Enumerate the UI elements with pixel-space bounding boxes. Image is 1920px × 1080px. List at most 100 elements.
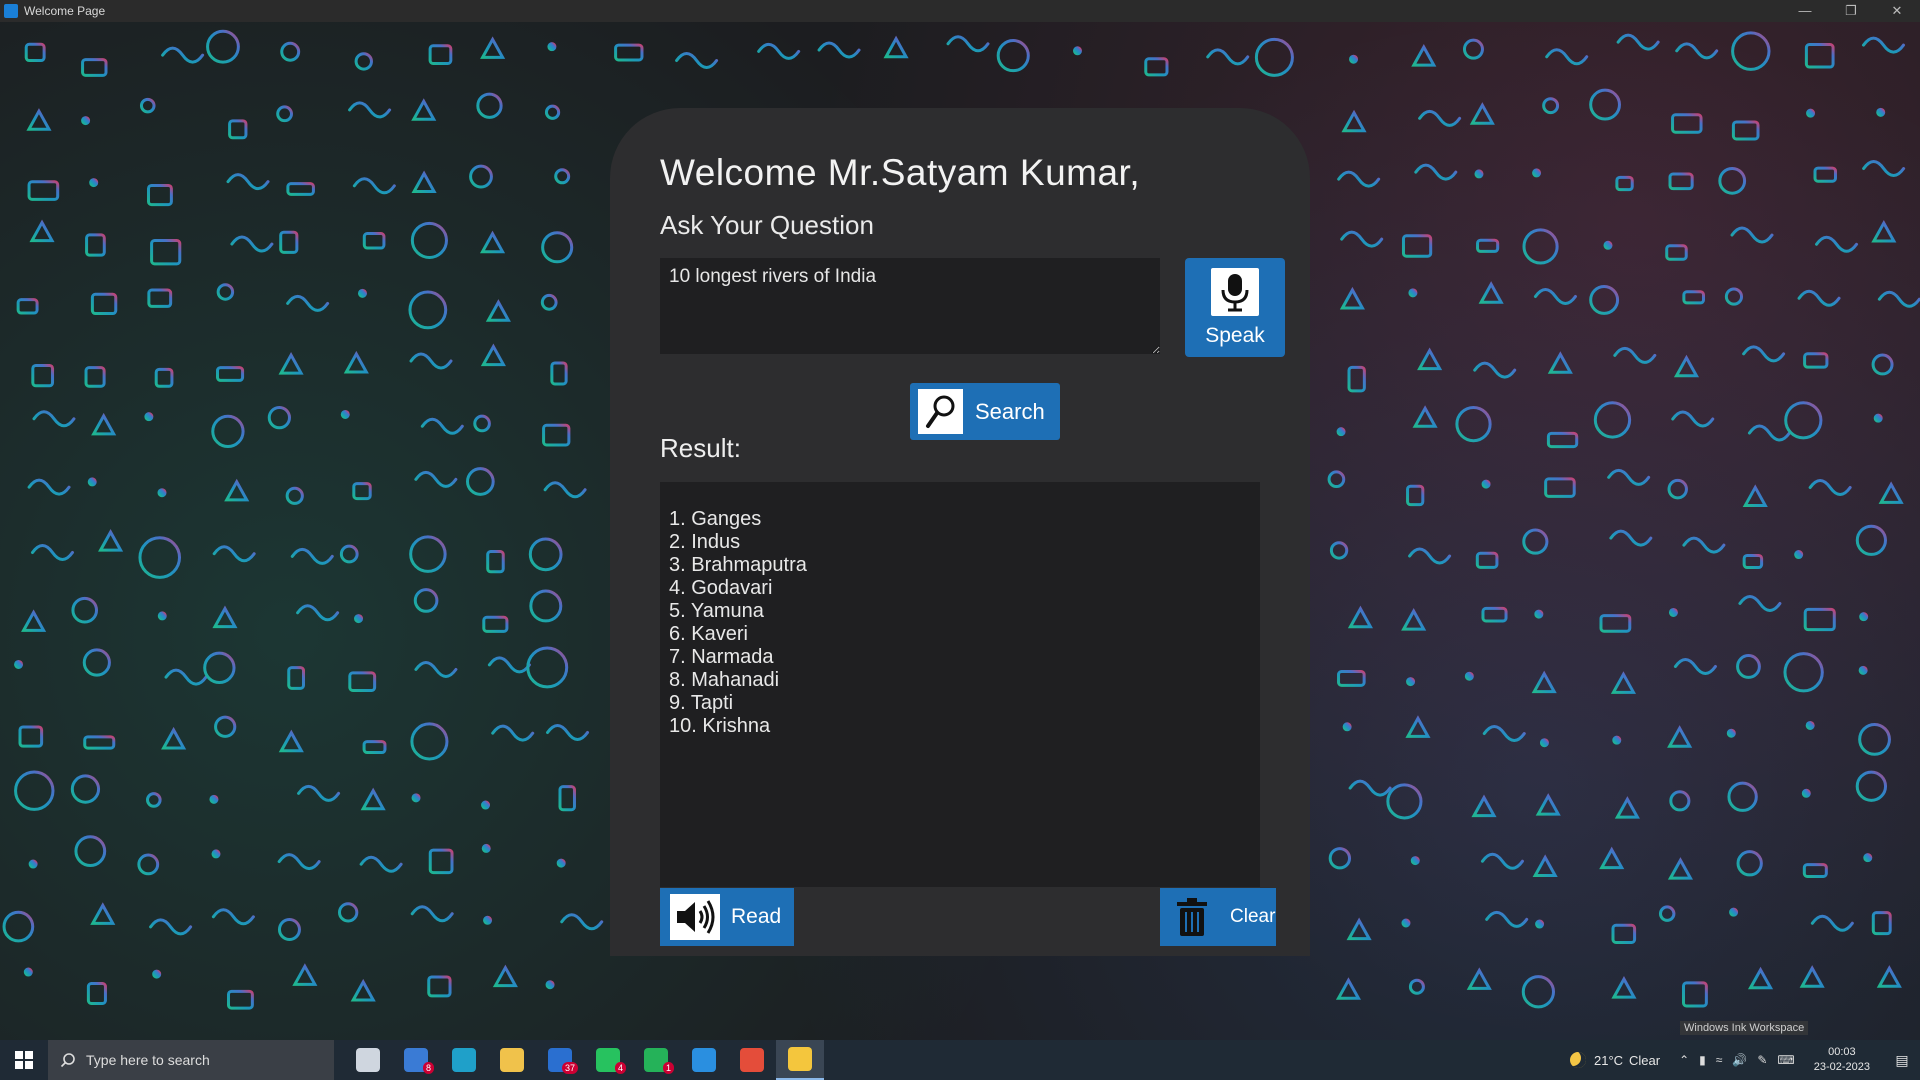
doodle-shape [1862,160,1906,178]
speak-button[interactable]: Speak [1185,258,1285,357]
doodle-shape [1347,605,1373,629]
question-input[interactable] [660,258,1160,354]
search-button-label: Search [975,398,1045,424]
doodle-shape [1808,479,1852,496]
clear-button[interactable]: Clear [1160,888,1276,946]
search-button[interactable]: Search [910,383,1060,440]
doodle-shape [1539,738,1549,748]
doodle-shape [1803,607,1836,632]
edge-taskbar-button[interactable] [440,1040,488,1080]
doodle-shape [1532,854,1558,877]
doodle-shape [1682,536,1726,554]
restore-button[interactable]: ❐ [1828,3,1874,19]
result-output[interactable]: 1. Ganges 2. Indus 3. Brahmaputra 4. God… [660,482,1260,887]
badge-count: 1 [662,1062,674,1074]
doodle-shape [1408,288,1418,298]
doodle-shape [1411,44,1437,67]
wifi-icon[interactable]: ≈ [1716,1053,1723,1067]
doodle-shape [1671,410,1715,428]
doodle-shape [82,648,111,677]
doodle-shape [1803,352,1829,369]
python-app-taskbar-button[interactable] [728,1040,776,1080]
window-titlebar: Welcome Page — ❐ ✕ [0,0,1920,22]
doodle-shape [277,853,321,871]
doodle-shape [1727,781,1758,812]
doodle-shape [1532,168,1542,178]
doodle-shape [164,668,208,686]
volume-icon[interactable]: 🔊 [1732,1053,1747,1067]
doodle-shape [1806,108,1816,118]
doodle-shape [1478,281,1504,304]
doodle-shape [31,363,55,388]
doodle-shape [1742,484,1768,507]
doodle-shape [414,660,458,678]
notification-icon[interactable]: ▤ [1884,1052,1920,1069]
start-button[interactable] [0,1040,48,1080]
keyboard-icon[interactable]: ⌨ [1777,1053,1794,1067]
vscode-taskbar-button[interactable] [680,1040,728,1080]
doodle-shape [1327,470,1346,489]
doodle-shape [1401,608,1427,631]
doodle-shape [541,231,574,264]
taskbar-search[interactable]: Type here to search [48,1040,334,1080]
chevron-up-icon[interactable]: ⌃ [1679,1053,1689,1067]
python-taskbar-button[interactable] [776,1040,824,1080]
doodle-shape [292,963,318,986]
system-tray: 21°C Clear ⌃ ▮ ≈ 🔊 ✎ ⌨ 00:03 23-02-2023 … [1569,1040,1920,1080]
doodle-shape [267,406,291,430]
doodle-shape [1522,528,1549,555]
doodle-shape [279,230,299,254]
mail-taskbar-button[interactable]: 8 [392,1040,440,1080]
pen-icon[interactable]: ✎ [1757,1053,1767,1067]
whatsapp-business-taskbar-button[interactable]: 1 [632,1040,680,1080]
whatsapp-taskbar-button[interactable]: 4 [584,1040,632,1080]
window-title: Welcome Page [24,4,106,18]
doodle-shape [352,482,372,501]
doodle-shape [1863,853,1873,863]
doodle-shape [414,470,458,488]
outlook-taskbar-button[interactable]: 37 [536,1040,584,1080]
close-button[interactable]: ✕ [1874,3,1920,19]
weather-widget[interactable]: 21°C Clear [1569,1052,1660,1068]
file-explorer-taskbar-button[interactable] [488,1040,536,1080]
doodle-shape [544,104,561,120]
doodle-shape [543,481,587,499]
task-view-taskbar-button[interactable] [344,1040,392,1080]
doodle-shape [556,858,566,868]
ink-workspace-label[interactable]: Windows Ink Workspace [1680,1021,1809,1035]
doodle-shape [614,43,644,62]
doodle-shape [1612,735,1622,745]
minimize-button[interactable]: — [1782,3,1828,19]
read-button[interactable]: Read [660,888,794,946]
doodle-shape [1736,654,1761,679]
doodle-shape [1801,788,1811,798]
doodle-shape [1784,401,1823,440]
doodle-shape [1408,978,1425,995]
doodle-shape [675,52,719,70]
doodle-shape [340,409,350,419]
doodle-shape [420,417,464,435]
battery-icon[interactable]: ▮ [1699,1053,1706,1067]
doodle-shape [476,92,503,119]
doodle-shape [287,666,306,690]
doodle-shape [212,545,256,563]
doodle-shape [1535,919,1545,929]
doodle-shape [409,352,453,370]
doodle-shape [1682,290,1706,305]
doodle-shape [211,414,245,449]
doodle-shape [1072,46,1082,56]
doodle-shape [1535,793,1561,816]
edge-icon [452,1048,476,1072]
doodle-shape [98,529,124,552]
doodle-shape [147,183,173,207]
doodle-shape [1665,244,1688,261]
clock[interactable]: 00:03 23-02-2023 [1814,1045,1870,1075]
doodle-shape [1542,97,1560,115]
vscode-icon [692,1048,716,1072]
doodle-shape [1667,478,1688,500]
doodle-shape [1534,609,1544,619]
doodle-shape [1476,238,1500,253]
magnifier-icon [918,389,963,434]
result-item: 6. Kaveri [669,623,748,645]
doodle-shape [1336,427,1346,437]
